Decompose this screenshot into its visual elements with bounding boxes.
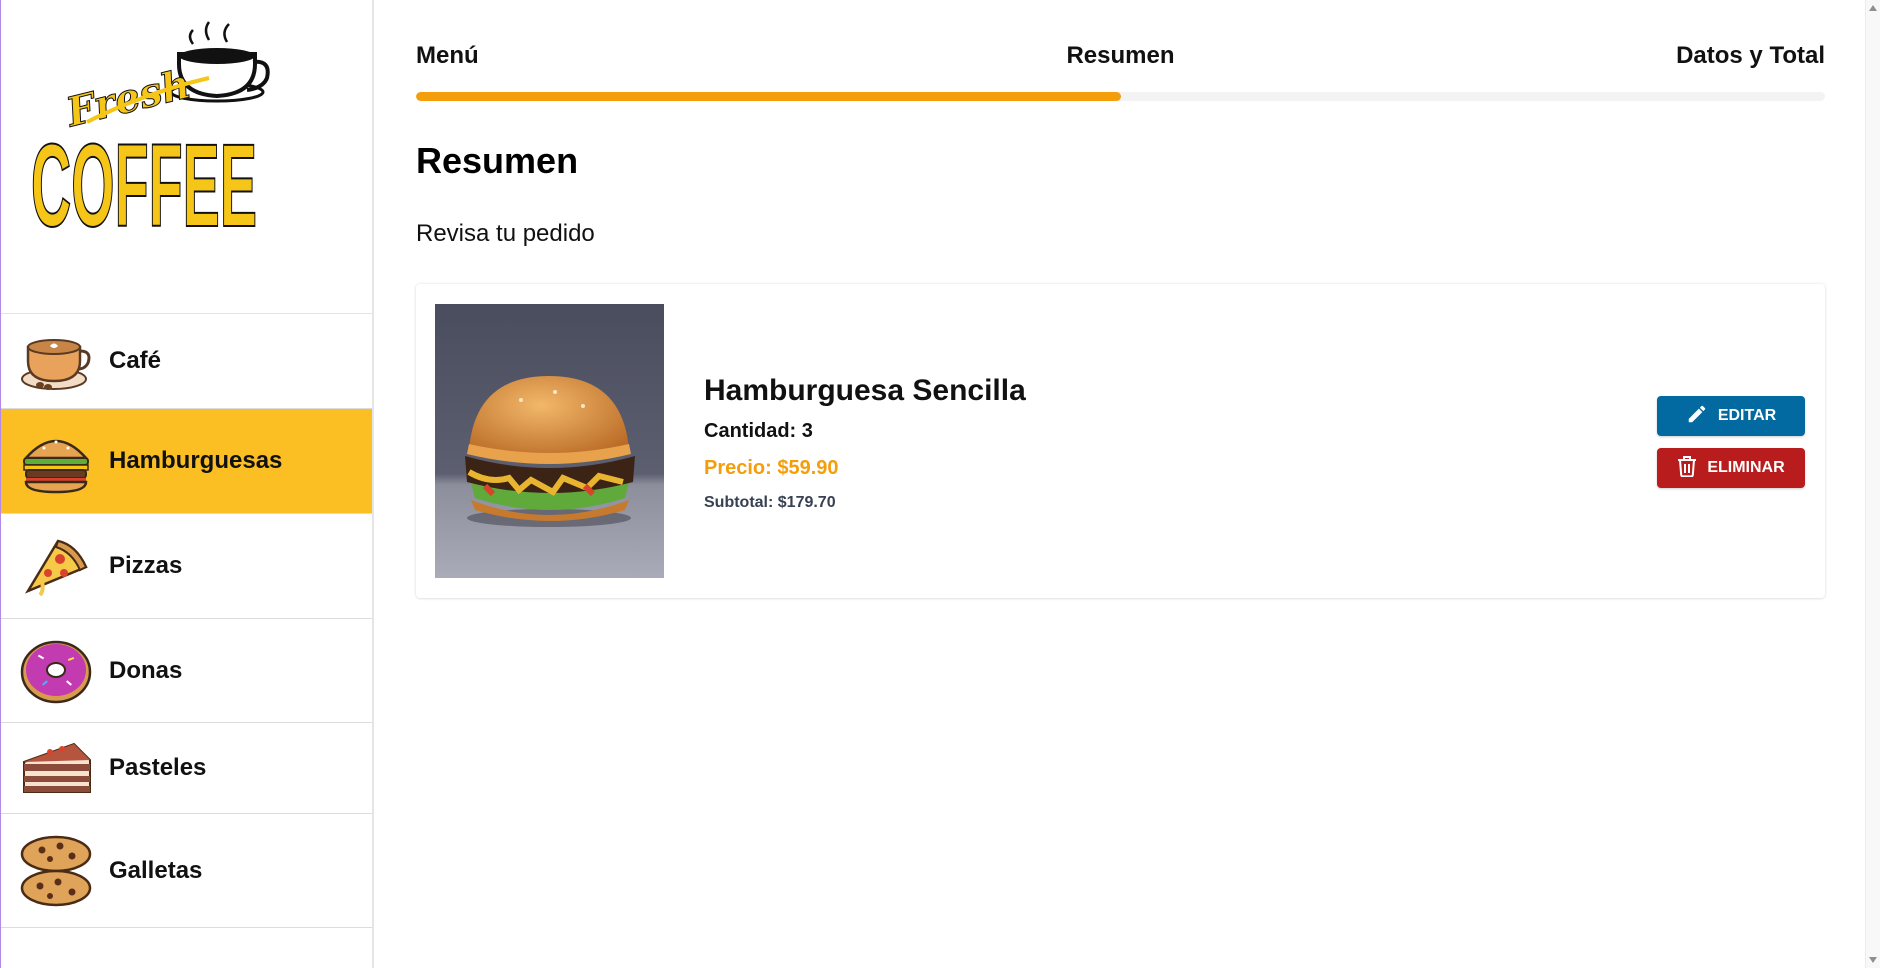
- page-subtitle: Revisa tu pedido: [416, 220, 595, 247]
- delete-button[interactable]: ELIMINAR: [1657, 448, 1805, 488]
- sidebar-item-hamburguesas[interactable]: Hamburguesas: [1, 409, 372, 514]
- sidebar-item-label: Galletas: [109, 856, 203, 884]
- sidebar-item-label: Hamburguesas: [109, 447, 283, 474]
- item-name: Hamburguesa Sencilla: [704, 374, 1026, 407]
- progress-steps: Menú Resumen Datos y Total: [416, 42, 1825, 102]
- pizza-icon: [19, 529, 93, 603]
- fresh-coffee-logo: Fresh COFFEE: [31, 21, 270, 238]
- burger-icon: [19, 424, 93, 498]
- trash-icon: [1677, 455, 1697, 482]
- step-menu[interactable]: Menú: [416, 42, 479, 70]
- sidebar-item-pizzas[interactable]: Pizzas: [1, 514, 372, 619]
- main-content: Menú Resumen Datos y Total Resumen Revis…: [374, 0, 1880, 968]
- cake-icon: [19, 731, 93, 805]
- item-quantity: Cantidad: 3: [704, 420, 813, 442]
- order-item-info: Hamburguesa Sencilla Cantidad: 3 Precio:…: [704, 374, 1026, 512]
- sidebar-item-label: Pasteles: [109, 754, 207, 781]
- item-subtotal: Subtotal: $179.70: [704, 494, 836, 511]
- page-title: Resumen: [416, 140, 579, 181]
- brand-logo: Fresh COFFEE: [1, 0, 372, 314]
- edit-button[interactable]: EDITAR: [1657, 396, 1805, 436]
- pencil-icon: [1686, 403, 1708, 430]
- step-resumen[interactable]: Resumen: [1066, 42, 1174, 70]
- sidebar-item-galletas[interactable]: Galletas: [1, 814, 372, 928]
- sidebar-item-label: Pizzas: [109, 552, 183, 579]
- progress-bar-fill: [416, 92, 1121, 101]
- delete-button-label: ELIMINAR: [1707, 459, 1785, 476]
- item-price: Precio: $59.90: [704, 457, 839, 479]
- app-root: Fresh COFFEE Café Hamburguesas Pizzas Do…: [0, 0, 1880, 968]
- sidebar-item-donas[interactable]: Donas: [1, 619, 372, 723]
- svg-text:COFFEE: COFFEE: [31, 120, 257, 238]
- scroll-up-icon[interactable]: [1869, 5, 1877, 11]
- sidebar-item-cafe[interactable]: Café: [1, 314, 372, 409]
- step-datos-total[interactable]: Datos y Total: [1676, 42, 1825, 70]
- order-item-card: Hamburguesa Sencilla Cantidad: 3 Precio:…: [416, 284, 1825, 598]
- scroll-down-icon[interactable]: [1869, 957, 1877, 963]
- sidebar-item-label: Café: [109, 347, 162, 374]
- donut-icon: [19, 634, 93, 708]
- cookies-icon: [19, 834, 93, 908]
- edit-button-label: EDITAR: [1717, 407, 1777, 424]
- sidebar: Fresh COFFEE Café Hamburguesas Pizzas Do…: [0, 0, 374, 968]
- category-list: Café Hamburguesas Pizzas Donas Pasteles …: [1, 314, 372, 928]
- page-scrollbar[interactable]: [1865, 0, 1880, 968]
- burger-photo: [435, 304, 664, 578]
- coffee-icon: [19, 324, 93, 398]
- sidebar-item-label: Donas: [109, 656, 183, 684]
- sidebar-item-pasteles[interactable]: Pasteles: [1, 723, 372, 814]
- progress-bar: [416, 92, 1825, 101]
